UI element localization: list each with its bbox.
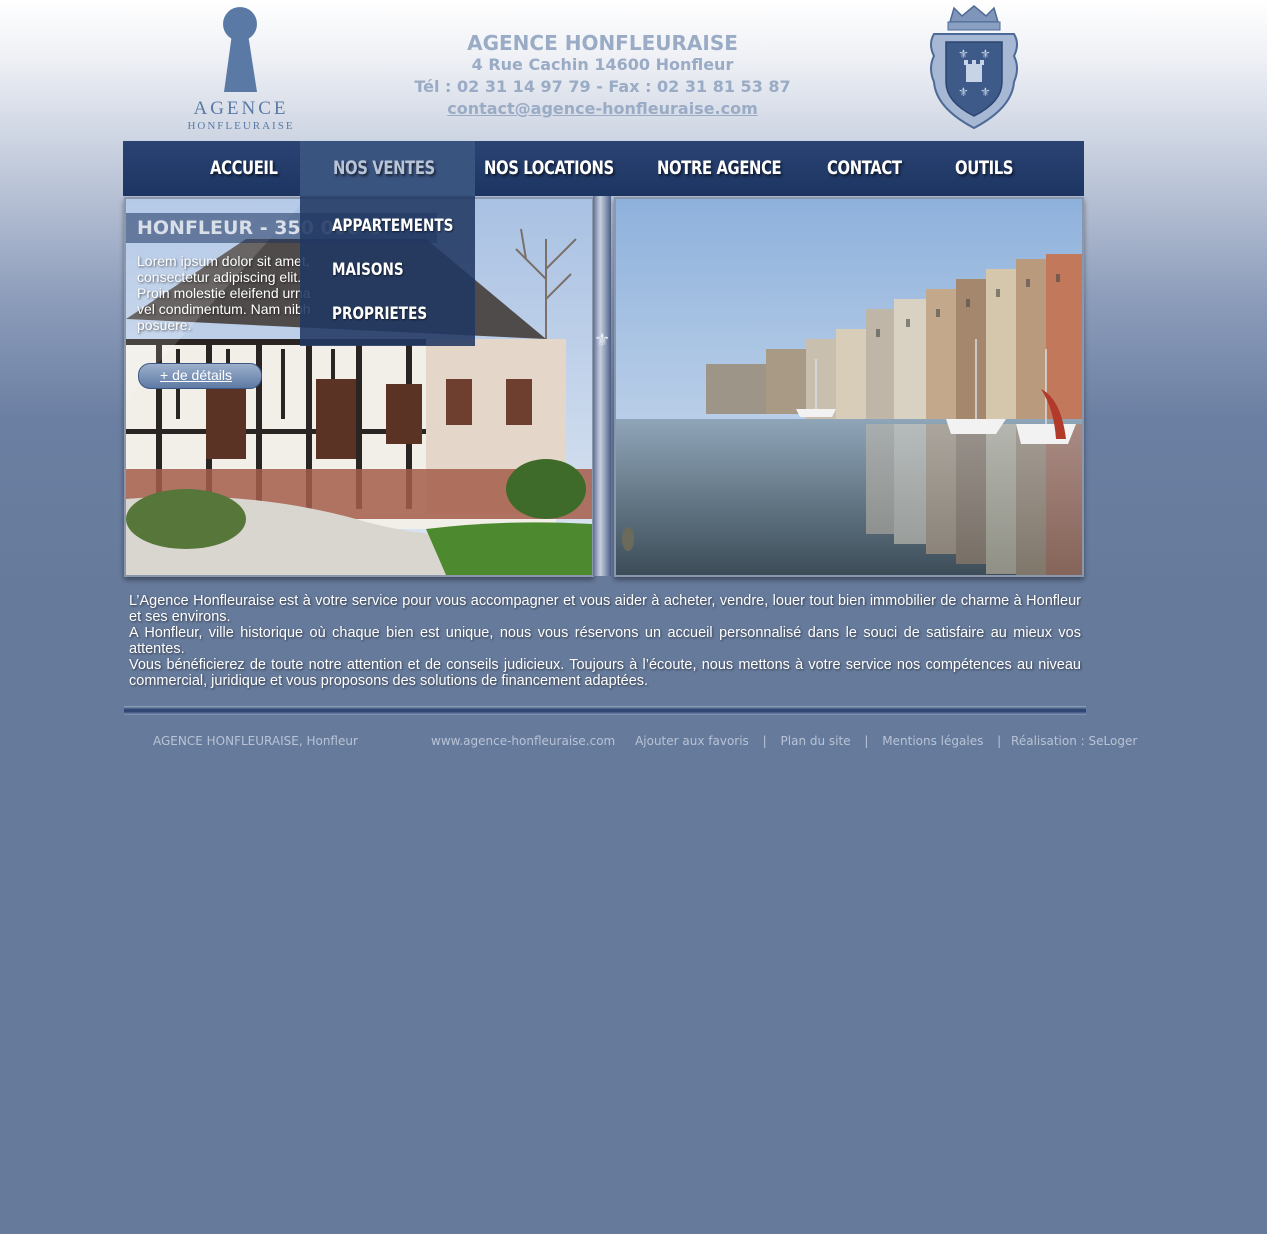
footer-link-legal[interactable]: Mentions légales [882,734,983,748]
agency-address: 4 Rue Cachin 14600 Honfleur [471,55,734,74]
coat-of-arms-icon: ⚜ ⚜ ⚜ ⚜ [926,4,1022,132]
decorative-pillar: ⚜ [593,196,611,576]
nav-nos-ventes[interactable]: NOS VENTES [333,141,435,196]
about-paragraph-2: A Honfleur, ville historique où chaque b… [129,625,1081,657]
svg-text:⚜: ⚜ [594,330,610,351]
nav-accueil[interactable]: ACCUEIL [210,141,278,196]
about-text: L’Agence Honfleuraise est à votre servic… [129,593,1081,689]
nav-notre-agence[interactable]: NOTRE AGENCE [657,141,782,196]
logo-word-honfleuraise: HONFLEURAISE [187,120,295,132]
logo-word-agence: AGENCE [193,98,289,119]
nav-contact[interactable]: CONTACT [827,141,902,196]
footer-link-favorites[interactable]: Ajouter aux favoris [635,734,749,748]
footer-separator: | [864,734,869,748]
listing-description: Lorem ipsum dolor sit amet, consectetur … [137,253,311,333]
contact-block: AGENCE HONFLEURAISE 4 Rue Cachin 14600 H… [380,32,825,120]
harbour-photo-image [616,199,1082,575]
fleur-de-lis-icon: ⚜ [594,330,610,351]
footer-separator: | [997,734,1002,748]
keyhole-icon [223,7,257,92]
svg-text:⚜: ⚜ [980,85,991,99]
nav-nos-locations[interactable]: NOS LOCATIONS [484,141,614,196]
svg-text:⚜: ⚜ [980,47,991,61]
dropdown-item-proprietes[interactable]: PROPRIETES [332,304,427,324]
footer-link-sitemap[interactable]: Plan du site [781,734,851,748]
details-button[interactable]: + de détails [138,363,262,389]
footer-divider [124,706,1086,715]
footer-brand-city: , Honfleur [298,734,358,748]
svg-text:⚜: ⚜ [958,47,969,61]
nav-outils[interactable]: OUTILS [955,141,1013,196]
details-button-label: + de détails [160,367,232,383]
about-paragraph-1: L’Agence Honfleuraise est à votre servic… [129,593,1081,625]
footer-brand-name: AGENCE HONFLEURAISE [153,734,299,748]
nos-ventes-dropdown: APPARTEMENTS MAISONS PROPRIETES [300,196,475,346]
agency-logo[interactable]: AGENCE HONFLEURAISE [184,6,298,132]
agency-email-link[interactable]: contact@agence-honfleuraise.com [380,98,825,120]
honfleur-harbour-photo [614,197,1084,577]
footer-link-credit[interactable]: Réalisation : SeLoger [1011,734,1137,748]
footer-links: www.agence-honfleuraise.com Ajouter aux … [431,734,1147,748]
dropdown-item-appartements[interactable]: APPARTEMENTS [332,216,453,236]
about-paragraph-3: Vous bénéficierez de toute notre attenti… [129,657,1081,689]
dropdown-item-maisons[interactable]: MAISONS [332,260,404,280]
agency-phone-fax: Tél : 02 31 14 97 79 - Fax : 02 31 81 53… [414,77,791,96]
footer-brand: AGENCE HONFLEURAISE, Honfleur [153,734,358,748]
agency-name: AGENCE HONFLEURAISE [467,31,738,55]
svg-text:⚜: ⚜ [958,85,969,99]
footer-separator: | [762,734,767,748]
footer-link-site[interactable]: www.agence-honfleuraise.com [431,734,615,748]
